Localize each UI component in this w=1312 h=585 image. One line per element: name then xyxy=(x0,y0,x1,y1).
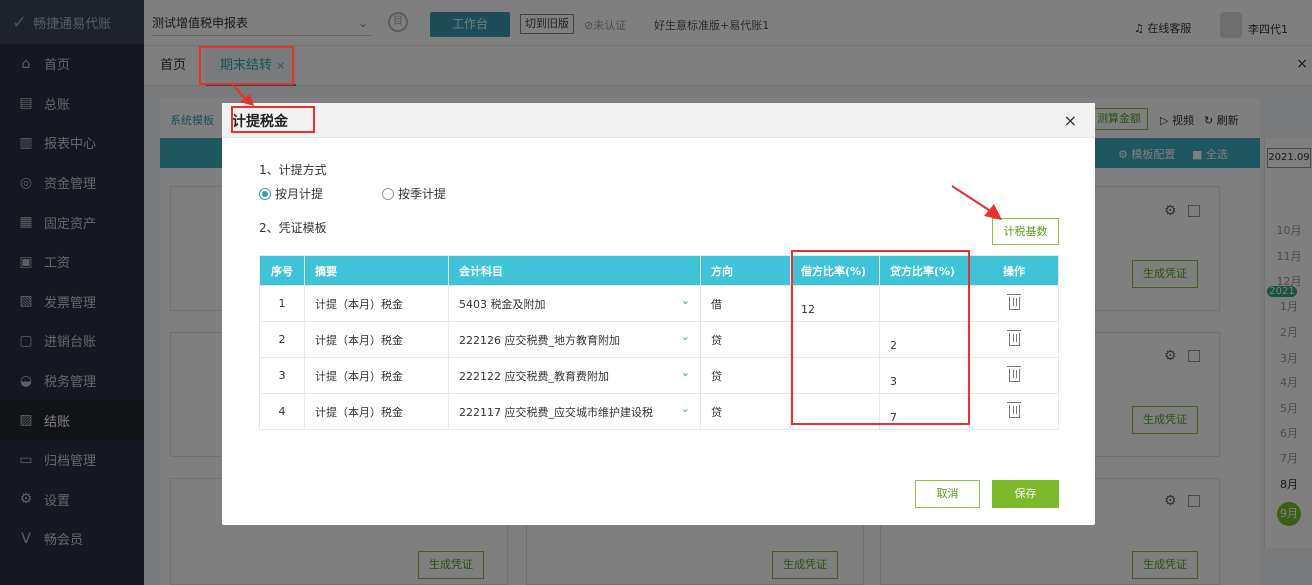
operation-cell xyxy=(969,321,1059,358)
summary-cell-value: 计提（本月）税金 xyxy=(315,297,403,311)
arrow-annotation xyxy=(232,84,254,106)
row-number-value: 4 xyxy=(278,405,286,418)
account-select[interactable]: 222122 应交税费_教育费附加 ⌄ xyxy=(448,357,701,394)
account-select[interactable]: 222126 应交税费_地方教育附加 ⌄ xyxy=(448,321,701,358)
account-select[interactable]: 222117 应交税费_应交城市维护建设税 ⌄ xyxy=(448,393,701,430)
account-select[interactable]: 5403 税金及附加 ⌄ xyxy=(448,285,701,322)
chevron-down-icon[interactable]: ⌄ xyxy=(681,330,690,343)
credit-ratio-input[interactable]: 3 xyxy=(879,357,970,394)
direction-cell-value: 贷 xyxy=(711,405,722,419)
summary-cell[interactable]: 计提（本月）税金 xyxy=(304,393,449,430)
debit-ratio-input[interactable] xyxy=(790,321,880,358)
column-header: 借方比率(%) xyxy=(790,255,880,286)
row-number: 3 xyxy=(259,357,305,394)
radio-monthly-label: 按月计提 xyxy=(275,187,324,201)
accrue-tax-dialog: 计提税金 × 1、计提方式 按月计提 按季计提 2、凭证模板 计税基数 序号 摘要… xyxy=(222,103,1095,525)
dialog-title: 计提税金 xyxy=(232,114,288,130)
credit-ratio-input[interactable] xyxy=(879,285,970,322)
account-select-value: 222117 应交税费_应交城市维护建设税 xyxy=(459,405,653,419)
direction-cell[interactable]: 贷 xyxy=(700,393,791,430)
summary-cell-value: 计提（本月）税金 xyxy=(315,333,403,347)
arrow-annotation xyxy=(951,185,1002,220)
debit-ratio-input[interactable]: 12 xyxy=(790,285,880,322)
row-number-value: 2 xyxy=(278,333,286,346)
debit-ratio-input-value: 12 xyxy=(801,303,815,316)
dialog-header: 计提税金 × xyxy=(222,103,1095,138)
credit-ratio-input-value: 3 xyxy=(890,375,897,388)
credit-ratio-input-value: 2 xyxy=(890,339,897,352)
voucher-template-table: 序号 摘要 会计科目 方向 借方比率(%) 贷方比率(%) 操作 1 计提（本月）税金 5403… xyxy=(259,255,1059,430)
direction-cell-value: 贷 xyxy=(711,369,722,383)
column-header: 操作 xyxy=(969,255,1059,286)
debit-ratio-input[interactable] xyxy=(790,393,880,430)
account-select-value: 5403 税金及附加 xyxy=(459,297,546,311)
credit-ratio-input[interactable]: 7 xyxy=(879,393,970,430)
account-select-value: 222122 应交税费_教育费附加 xyxy=(459,369,609,383)
radio-quarterly-label: 按季计提 xyxy=(398,187,447,201)
chevron-down-icon[interactable]: ⌄ xyxy=(681,294,690,307)
credit-ratio-input-value: 7 xyxy=(890,411,897,424)
summary-cell-value: 计提（本月）税金 xyxy=(315,405,403,419)
direction-cell-value: 借 xyxy=(711,297,722,311)
column-header: 方向 xyxy=(700,255,791,286)
chevron-down-icon[interactable]: ⌄ xyxy=(681,402,690,415)
radio-selected-icon xyxy=(259,187,271,200)
column-header: 序号 xyxy=(259,255,305,286)
account-select-value: 222126 应交税费_地方教育附加 xyxy=(459,333,620,347)
trash-icon[interactable] xyxy=(1006,401,1021,418)
row-number: 4 xyxy=(259,393,305,430)
table-row: 3 计提（本月）税金 222122 应交税费_教育费附加 ⌄ 贷 3 xyxy=(259,357,1059,394)
column-header: 摘要 xyxy=(304,255,449,286)
direction-cell-value: 贷 xyxy=(711,333,722,347)
table-row: 4 计提（本月）税金 222117 应交税费_应交城市维护建设税 ⌄ 贷 7 xyxy=(259,393,1059,430)
table-row: 1 计提（本月）税金 5403 税金及附加 ⌄ 借 12 xyxy=(259,285,1059,322)
radio-quarterly[interactable]: 按季计提 xyxy=(382,185,446,202)
column-header: 贷方比率(%) xyxy=(879,255,970,286)
chevron-down-icon[interactable]: ⌄ xyxy=(681,366,690,379)
voucher-template-label: 2、凭证模板 xyxy=(259,221,327,235)
table-row: 2 计提（本月）税金 222126 应交税费_地方教育附加 ⌄ 贷 2 xyxy=(259,321,1059,358)
row-number-value: 3 xyxy=(278,369,286,382)
row-number-value: 1 xyxy=(278,297,286,310)
close-icon[interactable]: × xyxy=(1064,111,1077,130)
operation-cell xyxy=(969,393,1059,430)
column-header: 会计科目 xyxy=(448,255,701,286)
accrual-method-label: 1、计提方式 xyxy=(259,163,327,177)
summary-cell[interactable]: 计提（本月）税金 xyxy=(304,285,449,322)
save-button[interactable]: 保存 xyxy=(992,480,1059,508)
operation-cell xyxy=(969,357,1059,394)
trash-icon[interactable] xyxy=(1006,329,1021,346)
trash-icon[interactable] xyxy=(1006,365,1021,382)
radio-icon xyxy=(382,187,394,200)
direction-cell[interactable]: 借 xyxy=(700,285,791,322)
radio-monthly[interactable]: 按月计提 xyxy=(259,185,323,202)
direction-cell[interactable]: 贷 xyxy=(700,321,791,358)
operation-cell xyxy=(969,285,1059,322)
credit-ratio-input[interactable]: 2 xyxy=(879,321,970,358)
trash-icon[interactable] xyxy=(1006,293,1021,310)
summary-cell-value: 计提（本月）税金 xyxy=(315,369,403,383)
direction-cell[interactable]: 贷 xyxy=(700,357,791,394)
summary-cell[interactable]: 计提（本月）税金 xyxy=(304,321,449,358)
summary-cell[interactable]: 计提（本月）税金 xyxy=(304,357,449,394)
debit-ratio-input[interactable] xyxy=(790,357,880,394)
cancel-button[interactable]: 取消 xyxy=(915,480,980,508)
row-number: 2 xyxy=(259,321,305,358)
row-number: 1 xyxy=(259,285,305,322)
